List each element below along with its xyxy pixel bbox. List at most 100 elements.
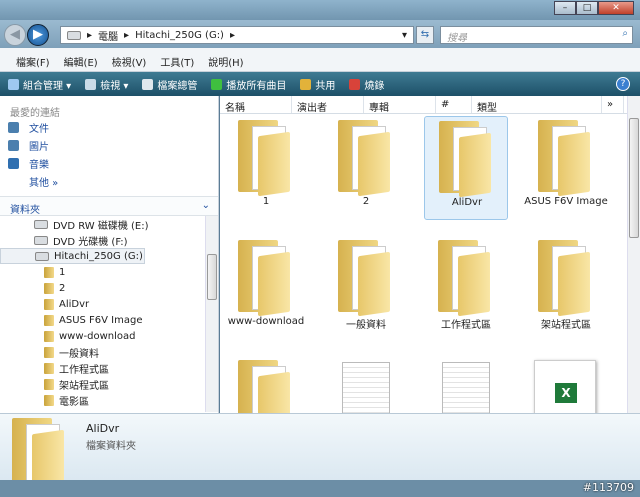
toolbar-button-4[interactable]: 共用	[300, 77, 335, 92]
play-icon	[211, 78, 223, 90]
tree-item[interactable]: AliDvr	[0, 296, 204, 312]
menu-view[interactable]: 檢視(V)	[112, 54, 147, 69]
menu-help[interactable]: 說明(H)	[208, 54, 243, 69]
tree-item[interactable]: 工作程式區	[0, 360, 204, 376]
close-button[interactable]: ✕	[598, 1, 634, 15]
command-bar: 組合管理 ▾ 檢視 ▾ 檔案總管 播放所有曲目 共用 燒錄?	[0, 72, 640, 96]
chevron-right-icon: ▸	[229, 29, 235, 41]
folder-item[interactable]: 一般資料	[324, 236, 408, 340]
drive-icon	[35, 251, 49, 261]
folder-item[interactable]: www-download	[224, 236, 308, 340]
folder-icon	[538, 120, 592, 197]
folder-item[interactable]: 1	[224, 116, 308, 220]
favorite-music[interactable]: 音樂	[0, 154, 218, 172]
tree-item[interactable]: ASUS F6V Image	[0, 312, 204, 328]
favorite-pictures[interactable]: 圖片	[0, 136, 218, 154]
toolbar-button-1[interactable]: 檢視 ▾	[85, 77, 129, 92]
toolbar-button-2[interactable]: 檔案總管	[142, 77, 198, 92]
tree-item[interactable]: DVD RW 磁碟機 (E:)	[0, 216, 204, 232]
dropdown-icon[interactable]: ▾	[402, 30, 407, 41]
column-header[interactable]: 名稱	[220, 96, 292, 114]
help-icon[interactable]: ?	[616, 77, 630, 91]
window-frame-bottom	[0, 480, 640, 497]
file-list: 名稱 演出者 專輯 # 類型» 1 2 AliDvr ASUS F6V Image www-do…	[220, 96, 640, 437]
item-label: 2	[362, 196, 370, 207]
pictures-icon	[8, 139, 19, 151]
menu-edit[interactable]: 編輯(E)	[64, 54, 98, 69]
folders-heading[interactable]: 資料夾 ⌄	[0, 196, 218, 216]
menu-file[interactable]: 檔案(F)	[16, 54, 50, 69]
label: 文件	[29, 123, 49, 135]
refresh-button[interactable]: ⇆	[416, 26, 434, 44]
explorer-icon	[142, 78, 154, 90]
item-label: ASUS F6V Image	[524, 196, 608, 207]
item-label: www-download	[227, 316, 305, 327]
folder-icon	[338, 240, 392, 317]
label: 一般資料	[59, 348, 99, 360]
folder-item[interactable]: ASUS F6V Image	[524, 116, 608, 220]
back-button[interactable]: ◀	[4, 24, 26, 46]
label: 檔案總管	[157, 80, 198, 92]
folder-icon	[44, 282, 54, 294]
folder-icon	[438, 240, 492, 317]
menu-bar: 檔案(F) 編輯(E) 檢視(V) 工具(T) 說明(H)	[0, 48, 640, 72]
tree-item[interactable]: www-download	[0, 328, 204, 344]
documents-icon	[8, 121, 19, 133]
label: 圖片	[29, 141, 49, 153]
tree-scrollbar[interactable]	[205, 216, 218, 412]
favorite-links-heading: 最愛的連結	[10, 108, 60, 119]
tree-item[interactable]: DVD 光碟機 (F:)	[0, 232, 204, 248]
tree-item[interactable]: 電影區	[0, 392, 204, 408]
toolbar-button-3[interactable]: 播放所有曲目	[211, 77, 286, 92]
file-list-scrollbar[interactable]	[627, 96, 640, 413]
menu-tools[interactable]: 工具(T)	[160, 54, 194, 69]
favorite-documents[interactable]: 文件	[0, 118, 218, 136]
search-placeholder: 搜尋	[447, 33, 467, 44]
address-row: ◀ ▶ ▸ 電腦 ▸ Hitachi_250G (G:) ▸ ▾ ⇆ 搜尋 ⌕	[0, 20, 640, 48]
folder-icon	[238, 240, 292, 317]
tree-item[interactable]: 2	[0, 280, 204, 296]
folder-item[interactable]: 2	[324, 116, 408, 220]
folder-item[interactable]: 架站程式區	[524, 236, 608, 340]
tree-item[interactable]: 一般資料	[0, 344, 204, 360]
selected-type: 檔案資料夾	[86, 441, 136, 452]
address-bar[interactable]: ▸ 電腦 ▸ Hitachi_250G (G:) ▸ ▾	[60, 26, 414, 44]
more-columns-button[interactable]: »	[602, 96, 624, 113]
search-icon[interactable]: ⌕	[622, 28, 628, 39]
forward-button[interactable]: ▶	[27, 24, 49, 46]
folder-icon	[44, 266, 54, 278]
excel-file-icon: X	[534, 360, 596, 420]
label: ASUS F6V Image	[59, 314, 143, 326]
drive-icon	[34, 235, 48, 245]
organize-icon	[8, 78, 19, 90]
maximize-button[interactable]: □	[576, 1, 598, 15]
column-header[interactable]: #	[436, 96, 472, 113]
tree-item[interactable]: 1	[0, 264, 204, 280]
column-header[interactable]: 類型	[472, 96, 602, 114]
breadcrumb-computer[interactable]: 電腦	[98, 28, 118, 43]
folder-item[interactable]: 工作程式區	[424, 236, 508, 340]
scroll-thumb[interactable]	[207, 254, 217, 300]
toolbar-button-5[interactable]: 燒錄	[349, 77, 384, 92]
tree-item[interactable]: 架站程式區	[0, 376, 204, 392]
breadcrumb-drive[interactable]: Hitachi_250G (G:)	[135, 30, 224, 41]
scroll-thumb[interactable]	[629, 118, 639, 238]
toolbar-button-0[interactable]: 組合管理 ▾	[8, 77, 71, 92]
folder-icon	[44, 330, 54, 342]
label: 其他 »	[29, 177, 59, 189]
label: AliDvr	[59, 298, 90, 310]
tree-item[interactable]: Hitachi_250G (G:)	[0, 248, 145, 264]
label: Hitachi_250G (G:)	[54, 250, 143, 262]
label: www-download	[59, 330, 136, 342]
column-header[interactable]: 演出者	[292, 96, 364, 114]
search-input[interactable]: 搜尋 ⌕	[440, 26, 633, 44]
label: 檢視 ▾	[100, 80, 129, 92]
label: 資料夾	[10, 205, 40, 216]
column-headers: 名稱 演出者 專輯 # 類型»	[220, 96, 640, 114]
folder-item[interactable]: AliDvr	[424, 116, 508, 220]
details-pane: AliDvr 檔案資料夾	[0, 413, 640, 495]
favorite-more[interactable]: 其他 »	[0, 172, 218, 190]
column-header[interactable]: 專輯	[364, 96, 436, 114]
folder-icon	[44, 346, 54, 358]
minimize-button[interactable]: –	[554, 1, 576, 15]
